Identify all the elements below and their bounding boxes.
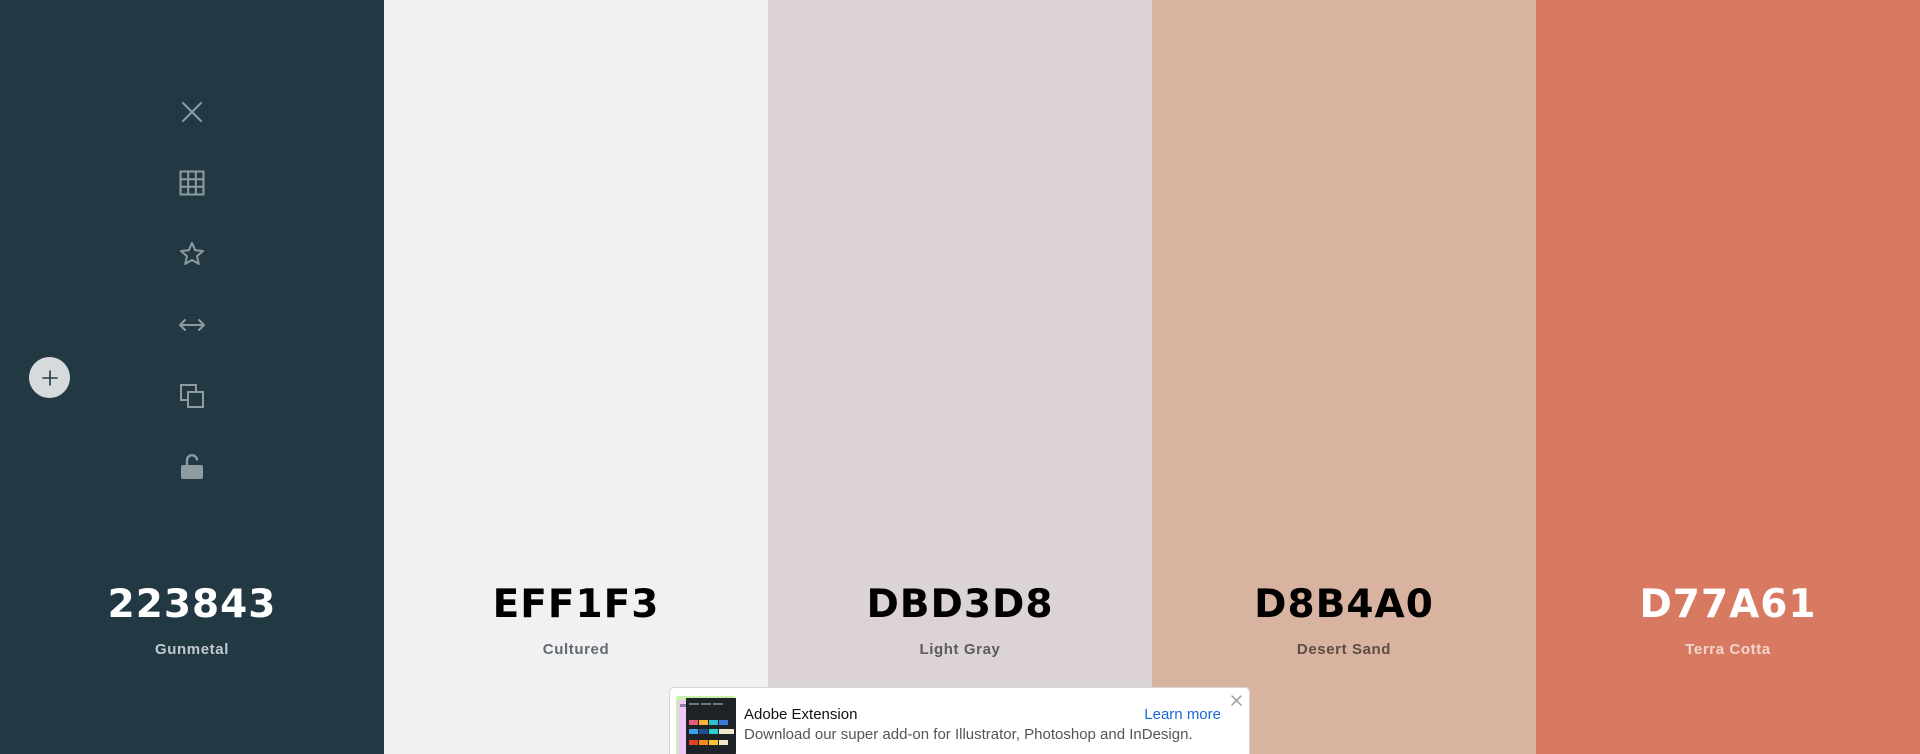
view-shades-button[interactable] xyxy=(174,165,210,201)
ad-title: Adobe Extension xyxy=(744,706,858,723)
unlock-icon xyxy=(181,454,203,479)
adobe-extension-ad: Adobe Extension Download our super add-o… xyxy=(669,687,1250,754)
color-hex-code[interactable]: 223843 xyxy=(0,580,384,630)
color-name: Gunmetal xyxy=(155,641,229,658)
remove-color-button[interactable] xyxy=(174,94,210,130)
lock-color-button[interactable] xyxy=(174,449,210,485)
color-hex-code[interactable]: EFF1F3 xyxy=(384,580,768,630)
favorite-color-button[interactable] xyxy=(174,236,210,272)
color-swatch-4[interactable]: D8B4A0 Desert Sand xyxy=(1152,0,1536,754)
add-color-button[interactable] xyxy=(29,357,70,398)
ad-description: Download our super add-on for Illustrato… xyxy=(744,726,1193,743)
ad-thumbnail[interactable] xyxy=(676,696,736,754)
ad-learn-more-link[interactable]: Learn more xyxy=(1144,706,1221,723)
color-swatch-3[interactable]: DBD3D8 Light Gray xyxy=(768,0,1152,754)
palette: 223843 Gunmetal EFF1F3 Cultured DBD3D8 L… xyxy=(0,0,1920,754)
close-icon xyxy=(182,102,202,122)
plus-icon xyxy=(41,369,58,386)
color-swatch-5[interactable]: D77A61 Terra Cotta xyxy=(1536,0,1920,754)
star-icon xyxy=(180,242,204,265)
copy-hex-button[interactable] xyxy=(174,378,210,414)
color-hex-code[interactable]: DBD3D8 xyxy=(768,580,1152,630)
color-hex-code[interactable]: D77A61 xyxy=(1536,580,1920,630)
color-name: Desert Sand xyxy=(1296,641,1392,658)
ad-close-button[interactable] xyxy=(1231,693,1242,711)
drag-color-button[interactable] xyxy=(174,307,210,343)
drag-horizontal-icon xyxy=(179,319,205,331)
grid-icon xyxy=(179,170,205,196)
swatch-toolbar xyxy=(0,94,384,520)
ad-thumbnail-image xyxy=(676,696,736,754)
color-name: Terra Cotta xyxy=(1685,641,1771,658)
color-hex-code[interactable]: D8B4A0 xyxy=(1152,580,1536,630)
copy-icon xyxy=(180,384,204,408)
color-name: Light Gray xyxy=(919,641,1001,658)
close-icon xyxy=(1231,695,1242,706)
color-swatch-2[interactable]: EFF1F3 Cultured xyxy=(384,0,768,754)
color-name: Cultured xyxy=(542,641,610,658)
